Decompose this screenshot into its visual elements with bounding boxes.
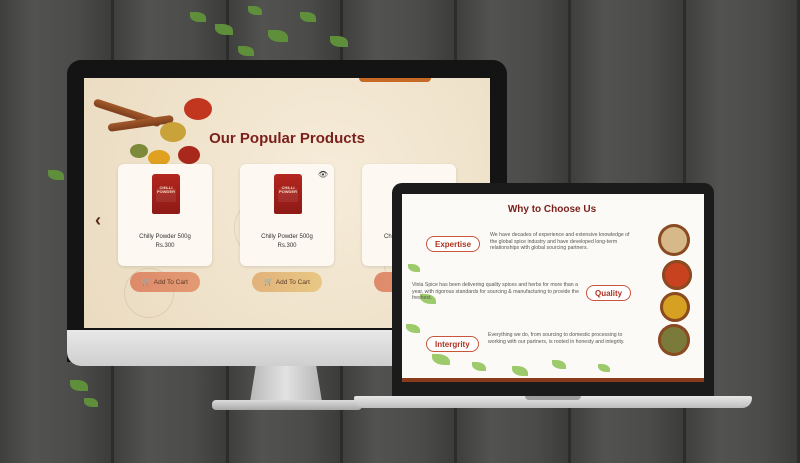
leaf-icon [512,366,528,376]
leaf-icon [552,360,566,369]
product-image: CHILLI POWDER [152,174,180,214]
expertise-pill: Expertise [426,236,481,252]
vine-leaf-icon [215,24,233,35]
vine-leaf-icon [248,6,262,15]
carousel-prev-icon[interactable]: ‹ [95,210,101,231]
leaf-icon [598,364,610,372]
imac-stand-foot [212,400,362,410]
product-card[interactable]: 👁 CHILLI POWDER Chilly Powder 500g Rs.30… [240,164,334,266]
integrity-pill: Intergrity [426,336,479,352]
header-tab [359,78,431,82]
vine-leaf-icon [330,36,348,47]
shopping-cart-icon: 🛒 [142,279,151,286]
quality-text: Vinla Spice has been delivering quality … [412,282,579,302]
vine-leaf-icon [48,170,64,180]
add-to-cart-button[interactable]: 🛒 Add To Cart [130,272,200,292]
vine-leaf-icon [70,380,88,391]
product-name: Chilly Powder 500g [139,234,191,240]
vine-leaf-icon [300,12,316,22]
vine-leaf-icon [238,46,254,56]
spice-bowl-image [658,324,690,356]
spice-bowl-image [660,292,690,322]
add-to-cart-button[interactable]: 🛒 Add To Cart [252,272,322,292]
leaf-icon [406,324,420,333]
shopping-cart-icon: 🛒 [264,279,273,286]
quality-pill: Quality [586,285,632,301]
laptop-screen: Why to Choose Us Expertise We have decad… [402,194,704,382]
vine-leaf-icon [190,12,206,22]
product-price: Rs.300 [155,243,175,249]
footer-strip [402,378,704,382]
popular-products-title: Our Popular Products [209,130,365,147]
product-name: Chilly Powder 500g [261,234,313,240]
expertise-text: We have decades of experience and extens… [490,232,630,252]
product-price: Rs.300 [277,243,297,249]
product-card[interactable]: CHILLI POWDER Chilly Powder 500g Rs.300 [118,164,212,266]
vine-leaf-icon [84,398,98,407]
leaf-icon [432,354,450,365]
imac-stand-neck [250,366,322,402]
why-choose-title: Why to Choose Us [507,204,597,215]
leaf-icon [408,264,420,272]
spice-bowl-image [658,224,690,256]
integrity-text: Everything we do, from sourcing to domes… [488,332,625,345]
leaf-icon [472,362,486,371]
eye-icon[interactable]: 👁 [318,170,328,179]
laptop-notch [525,396,581,400]
spice-bowl-image [662,260,692,290]
product-image: CHILLI POWDER [274,174,302,214]
